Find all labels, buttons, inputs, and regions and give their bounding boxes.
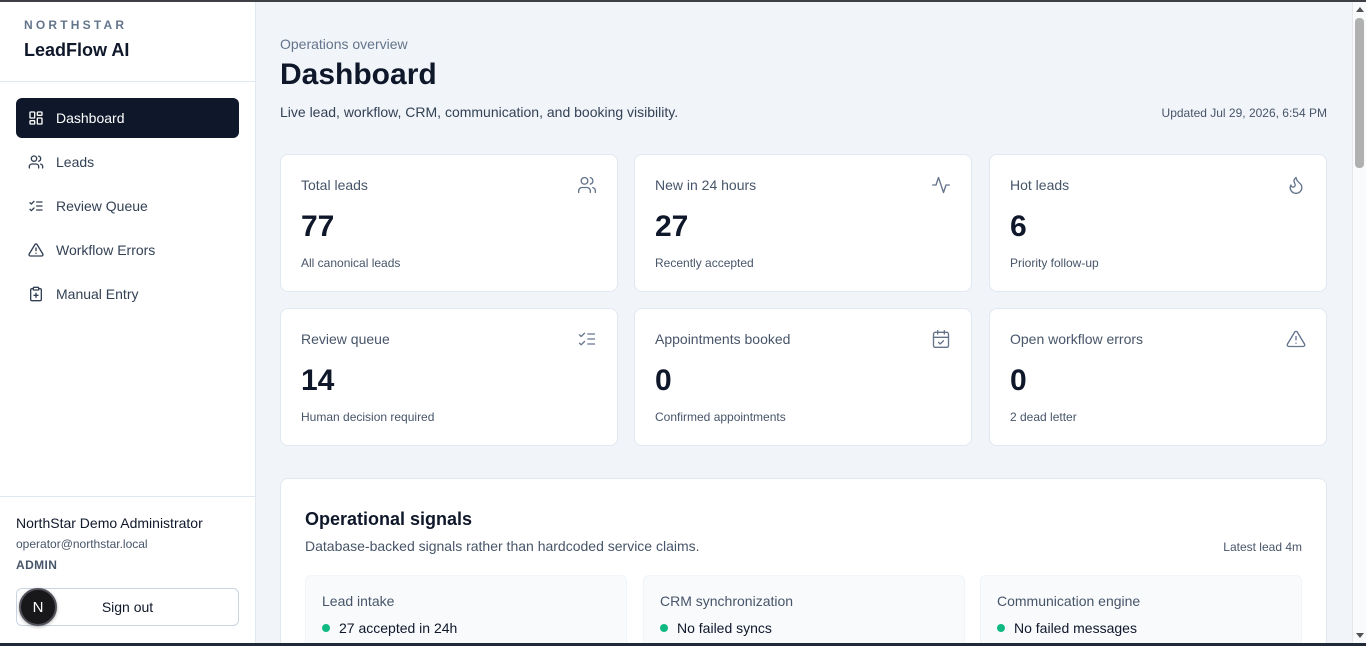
signal-communication-engine: Communication engine No failed messages bbox=[980, 575, 1302, 643]
sign-out-label: Sign out bbox=[101, 599, 154, 615]
metric-value: 14 bbox=[301, 364, 335, 397]
status-dot-icon bbox=[660, 624, 668, 632]
list-checks-icon bbox=[28, 198, 56, 214]
metric-label: Total leads bbox=[301, 177, 368, 193]
sign-out-button[interactable]: N Sign out bbox=[16, 588, 239, 626]
user-name: NorthStar Demo Administrator bbox=[16, 515, 203, 531]
metric-label: Appointments booked bbox=[655, 331, 791, 347]
warning-triangle-icon bbox=[28, 242, 56, 258]
sidebar-item-label: Manual Entry bbox=[56, 286, 139, 302]
signal-name: CRM synchronization bbox=[660, 593, 794, 609]
metric-label: Review queue bbox=[301, 331, 390, 347]
metric-value: 0 bbox=[655, 364, 672, 397]
calendar-check-icon bbox=[931, 329, 951, 349]
metric-card-review-queue: Review queue 14 Human decision required bbox=[280, 308, 618, 446]
metric-label: Hot leads bbox=[1010, 177, 1070, 193]
metric-value: 6 bbox=[1010, 210, 1027, 243]
users-icon bbox=[28, 154, 56, 170]
metric-card-appointments: Appointments booked 0 Confirmed appointm… bbox=[634, 308, 972, 446]
signal-status-text: No failed messages bbox=[1014, 620, 1137, 636]
operational-signals-panel: Operational signals Database-backed sign… bbox=[280, 478, 1327, 643]
signal-status-text: No failed syncs bbox=[677, 620, 772, 636]
scroll-up-arrow-icon[interactable] bbox=[1356, 7, 1364, 12]
sidebar-item-review-queue[interactable]: Review Queue bbox=[16, 186, 239, 226]
metric-card-hot-leads: Hot leads 6 Priority follow-up bbox=[989, 154, 1327, 292]
metric-card-workflow-errors: Open workflow errors 0 2 dead letter bbox=[989, 308, 1327, 446]
sidebar-item-manual-entry[interactable]: Manual Entry bbox=[16, 274, 239, 314]
signal-name: Lead intake bbox=[322, 593, 395, 609]
panel-title: Operational signals bbox=[305, 509, 473, 529]
sidebar-nav: Dashboard Leads Review Queue Workflow Er… bbox=[0, 82, 255, 334]
brand-app-name: LeadFlow AI bbox=[24, 40, 130, 60]
signal-crm-sync: CRM synchronization No failed syncs bbox=[643, 575, 965, 643]
window-top-border bbox=[0, 0, 1366, 2]
signal-lead-intake: Lead intake 27 accepted in 24h bbox=[305, 575, 627, 643]
flame-icon bbox=[1286, 175, 1306, 195]
activity-icon bbox=[931, 175, 951, 195]
page-subtitle: Live lead, workflow, CRM, communication,… bbox=[280, 104, 679, 120]
metric-value: 27 bbox=[655, 210, 689, 243]
scroll-down-arrow-icon[interactable] bbox=[1356, 633, 1364, 638]
avatar[interactable]: N bbox=[19, 588, 57, 626]
sidebar-item-label: Leads bbox=[56, 154, 95, 170]
metric-label: New in 24 hours bbox=[655, 177, 757, 193]
sidebar-item-label: Dashboard bbox=[56, 110, 125, 126]
brand-block: NORTHSTAR LeadFlow AI bbox=[0, 2, 255, 82]
metric-value: 0 bbox=[1010, 364, 1027, 397]
sidebar-item-dashboard[interactable]: Dashboard bbox=[16, 98, 239, 138]
user-email: operator@northstar.local bbox=[16, 537, 148, 551]
metric-note: Confirmed appointments bbox=[655, 410, 786, 424]
users-icon bbox=[577, 175, 597, 195]
metric-card-new-24h: New in 24 hours 27 Recently accepted bbox=[634, 154, 972, 292]
brand-org: NORTHSTAR bbox=[24, 18, 128, 32]
sidebar: NORTHSTAR LeadFlow AI Dashboard Leads Re… bbox=[0, 2, 256, 643]
dashboard-grid-icon bbox=[28, 110, 56, 126]
metric-note: Priority follow-up bbox=[1010, 256, 1099, 270]
signal-status-text: 27 accepted in 24h bbox=[339, 620, 458, 636]
breadcrumb: Operations overview bbox=[280, 36, 408, 52]
signal-name: Communication engine bbox=[997, 593, 1141, 609]
metric-label: Open workflow errors bbox=[1010, 331, 1144, 347]
updated-timestamp: Updated Jul 29, 2026, 6:54 PM bbox=[1161, 106, 1327, 120]
page-scrollbar[interactable] bbox=[1352, 2, 1366, 643]
signal-status: 27 accepted in 24h bbox=[322, 620, 457, 636]
page-title: Dashboard bbox=[280, 58, 437, 91]
metric-note: All canonical leads bbox=[301, 256, 401, 270]
warning-triangle-icon bbox=[1286, 329, 1306, 349]
signal-status: No failed syncs bbox=[660, 620, 772, 636]
user-role-badge: ADMIN bbox=[16, 558, 58, 572]
sidebar-item-label: Workflow Errors bbox=[56, 242, 156, 258]
sidebar-item-workflow-errors[interactable]: Workflow Errors bbox=[16, 230, 239, 270]
main-content: Operations overview Dashboard Live lead,… bbox=[256, 2, 1352, 643]
metric-note: 2 dead letter bbox=[1010, 410, 1077, 424]
signal-status: No failed messages bbox=[997, 620, 1137, 636]
metric-note: Recently accepted bbox=[655, 256, 754, 270]
status-dot-icon bbox=[997, 624, 1005, 632]
metric-note: Human decision required bbox=[301, 410, 435, 424]
scroll-thumb[interactable] bbox=[1355, 18, 1364, 168]
metric-card-total-leads: Total leads 77 All canonical leads bbox=[280, 154, 618, 292]
latest-lead-meta: Latest lead 4m bbox=[1223, 540, 1302, 554]
status-dot-icon bbox=[322, 624, 330, 632]
sidebar-item-label: Review Queue bbox=[56, 198, 148, 214]
list-checks-icon bbox=[577, 329, 597, 349]
clipboard-plus-icon bbox=[28, 286, 56, 302]
sidebar-item-leads[interactable]: Leads bbox=[16, 142, 239, 182]
user-block: NorthStar Demo Administrator operator@no… bbox=[0, 496, 255, 626]
panel-subtitle: Database-backed signals rather than hard… bbox=[305, 538, 700, 554]
metric-value: 77 bbox=[301, 210, 335, 243]
